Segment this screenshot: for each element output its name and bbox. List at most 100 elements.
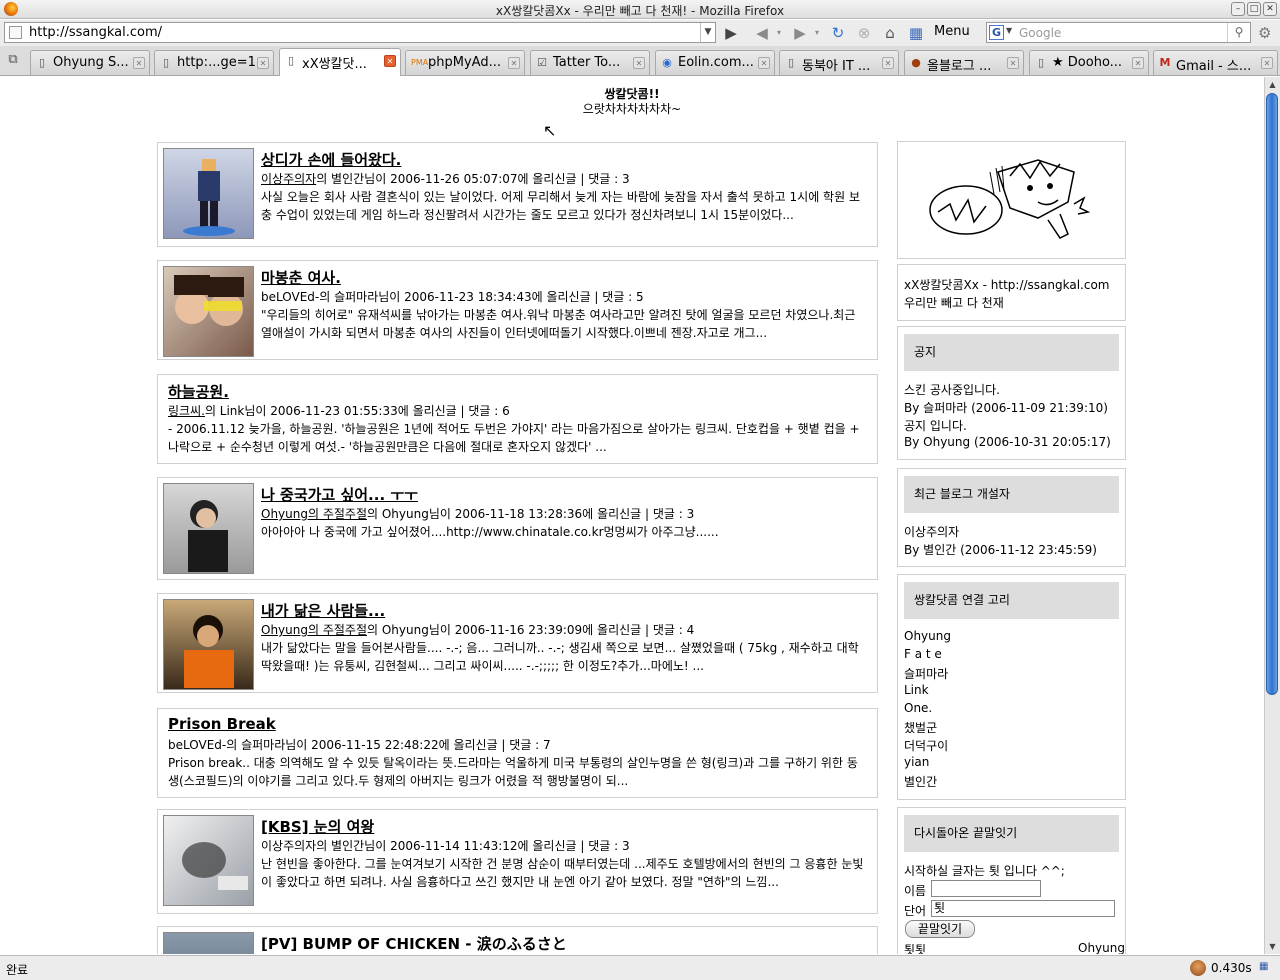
close-icon[interactable]: ✕ — [882, 57, 894, 69]
post-excerpt: - 2006.11.12 늦가을, 하늘공원. '하늘공원은 1년에 적어도 두… — [168, 422, 860, 454]
blog-link[interactable]: 링크씨. — [168, 404, 205, 418]
home-icon[interactable]: ⌂ — [880, 24, 900, 42]
post-thumbnail[interactable] — [163, 815, 254, 906]
notice-item-byline: By 슬퍼마라 (2006-11-09 21:39:10) — [904, 401, 1108, 415]
forward-icon[interactable]: ▶ — [789, 24, 811, 42]
post-thumbnail[interactable] — [163, 266, 254, 357]
link-item[interactable]: Link — [904, 683, 929, 697]
blog-link[interactable]: 이상주의자 — [261, 839, 316, 853]
menu-button[interactable]: Menu — [934, 24, 970, 39]
word-chain-submit-button[interactable]: 끝말잇기 — [905, 920, 975, 938]
post-title-link[interactable]: 나 중국가고 싶어... ㅜㅜ — [261, 484, 418, 505]
tab-list-icon[interactable]: ⧉ — [2, 52, 24, 72]
tab-2-active[interactable]: ▯ xX쌍칼닷... ✕ — [279, 48, 401, 76]
blog-link[interactable]: beLOVEd- — [261, 290, 319, 304]
notice-item-link[interactable]: 공지 입니다. — [904, 417, 967, 434]
scroll-up-icon[interactable]: ▲ — [1265, 77, 1280, 92]
gear-icon[interactable]: ⚙ — [1258, 24, 1271, 42]
tab-label: Gmail - 스... — [1176, 59, 1252, 74]
post-title-link[interactable]: 상디가 손에 들어왔다. — [261, 149, 401, 170]
tab-7[interactable]: ● 올블로그 ... ✕ — [904, 50, 1024, 75]
reload-icon[interactable]: ↻ — [828, 24, 848, 42]
post-thumbnail[interactable] — [163, 483, 254, 574]
link-item[interactable]: 챘벌군 — [904, 719, 937, 736]
link-item[interactable]: 별인간 — [904, 773, 937, 790]
status-text: 완료 — [6, 963, 29, 977]
post-thumbnail[interactable] — [163, 599, 254, 690]
notice-item-link[interactable]: 스킨 공사중입니다. — [904, 381, 1000, 398]
recent-blogger-heading: 최근 블로그 개설자 — [904, 476, 1119, 513]
link-item[interactable]: 슬퍼마라 — [904, 665, 948, 682]
tab-6[interactable]: ▯ 동북아 IT ... ✕ — [779, 50, 899, 75]
post-meta-text: 의 Ohyung님이 2006-11-18 13:28:36에 올리신글 | 댓… — [367, 507, 695, 521]
name-input[interactable] — [931, 880, 1041, 897]
post-thumbnail[interactable] — [163, 148, 254, 239]
tab-0[interactable]: ▯ Ohyung S... ✕ — [30, 50, 150, 75]
tab-3[interactable]: PMA phpMyAd... ✕ — [405, 50, 525, 75]
search-bar[interactable]: G ▼ Google ⚲ — [986, 22, 1251, 43]
back-icon[interactable]: ◀ — [751, 24, 773, 42]
status-bar: 완료 0.430s ▦ — [0, 955, 1280, 980]
post-title-link[interactable]: [KBS] 눈의 여왕 — [261, 816, 374, 837]
recent-blogger-link[interactable]: 이상주의자 — [904, 523, 959, 540]
post-title-link[interactable]: [PV] BUMP OF CHICKEN - 涙のふるさと — [261, 933, 567, 954]
link-item[interactable]: 더덕구이 — [904, 737, 948, 754]
post-excerpt: 아아아아 나 중국에 가고 싶어졌어....http://www.chinata… — [261, 525, 719, 539]
bookmarks-icon[interactable]: ▦ — [906, 24, 926, 42]
tab-8[interactable]: ▯ ★ Dooho... ✕ — [1029, 50, 1149, 75]
close-icon[interactable]: ✕ — [1261, 57, 1273, 69]
close-window-button[interactable]: ✕ — [1263, 2, 1277, 16]
site-subtitle: 으랏차차차차차차~ — [582, 102, 682, 116]
engine-dropdown-icon[interactable]: ▼ — [1006, 26, 1012, 35]
tab-label: phpMyAd... — [428, 55, 501, 70]
post-title-link[interactable]: 하늘공원. — [168, 381, 229, 402]
tab-9[interactable]: M Gmail - 스... ✕ — [1153, 50, 1278, 75]
close-icon[interactable]: ✕ — [508, 57, 520, 69]
link-item[interactable]: F a t e — [904, 647, 942, 661]
post-title-link[interactable]: Prison Break — [168, 715, 276, 733]
post-title-link[interactable]: 마봉춘 여사. — [261, 267, 341, 288]
link-item[interactable]: Ohyung — [904, 629, 951, 643]
forward-dropdown-icon[interactable]: ▾ — [812, 24, 822, 42]
search-input[interactable]: Google — [1019, 26, 1061, 40]
post-meta-text: 의 별인간님이 2006-11-14 11:43:12에 올리신글 | 댓글 :… — [316, 839, 630, 853]
minimize-button[interactable]: – — [1231, 2, 1245, 16]
blog-link[interactable]: beLOVEd- — [168, 738, 226, 752]
stop-icon[interactable]: ⊗ — [854, 24, 874, 42]
close-icon[interactable]: ✕ — [1007, 57, 1019, 69]
blog-info-box: xX쌍칼닷콤Xx - http://ssangkal.com 우리만 빼고 다 … — [897, 264, 1126, 321]
extension-icon[interactable]: ▦ — [1259, 961, 1268, 972]
url-text[interactable]: http://ssangkal.com/ — [29, 25, 162, 40]
close-icon[interactable]: ✕ — [257, 57, 269, 69]
close-icon[interactable]: ✕ — [758, 57, 770, 69]
vertical-scrollbar[interactable]: ▲ ▼ — [1264, 77, 1280, 954]
tab-5[interactable]: ◉ Eolin.com... ✕ — [655, 50, 775, 75]
search-icon[interactable]: ⚲ — [1227, 23, 1250, 42]
post-title-link[interactable]: 내가 닮은 사람들... — [261, 600, 385, 621]
post-meta-text: 의 Ohyung님이 2006-11-16 23:39:09에 올리신글 | 댓… — [367, 623, 695, 637]
page-icon: ▯ — [787, 56, 795, 69]
word-input[interactable]: 툇 — [931, 900, 1115, 917]
close-icon[interactable]: ✕ — [133, 57, 145, 69]
scrollbar-thumb[interactable] — [1266, 93, 1278, 695]
scroll-down-icon[interactable]: ▼ — [1265, 939, 1280, 954]
link-item[interactable]: yian — [904, 755, 929, 769]
close-icon[interactable]: ✕ — [1132, 57, 1144, 69]
blog-link[interactable]: Ohyung의 주절주절 — [261, 623, 367, 637]
fasterfox-icon[interactable] — [1190, 960, 1206, 976]
tab-1[interactable]: ▯ http:...ge=1 ✕ — [154, 50, 274, 75]
tab-4[interactable]: ☑ Tatter To... ✕ — [530, 50, 650, 75]
google-engine-icon[interactable]: G — [989, 25, 1004, 40]
go-icon[interactable]: ▶ — [722, 24, 740, 42]
sidebar-logo-box — [897, 141, 1126, 259]
url-bar[interactable]: http://ssangkal.com/ ▼ — [4, 22, 716, 43]
url-dropdown-icon[interactable]: ▼ — [700, 23, 715, 42]
maximize-button[interactable]: □ — [1247, 2, 1261, 16]
close-icon[interactable]: ✕ — [633, 57, 645, 69]
back-dropdown-icon[interactable]: ▾ — [774, 24, 784, 42]
blog-link[interactable]: 이상주의자 — [261, 172, 316, 186]
blog-link[interactable]: Ohyung의 주절주절 — [261, 507, 367, 521]
close-icon[interactable]: ✕ — [384, 55, 396, 67]
link-item[interactable]: One. — [904, 701, 932, 715]
post-thumbnail[interactable] — [163, 932, 254, 954]
